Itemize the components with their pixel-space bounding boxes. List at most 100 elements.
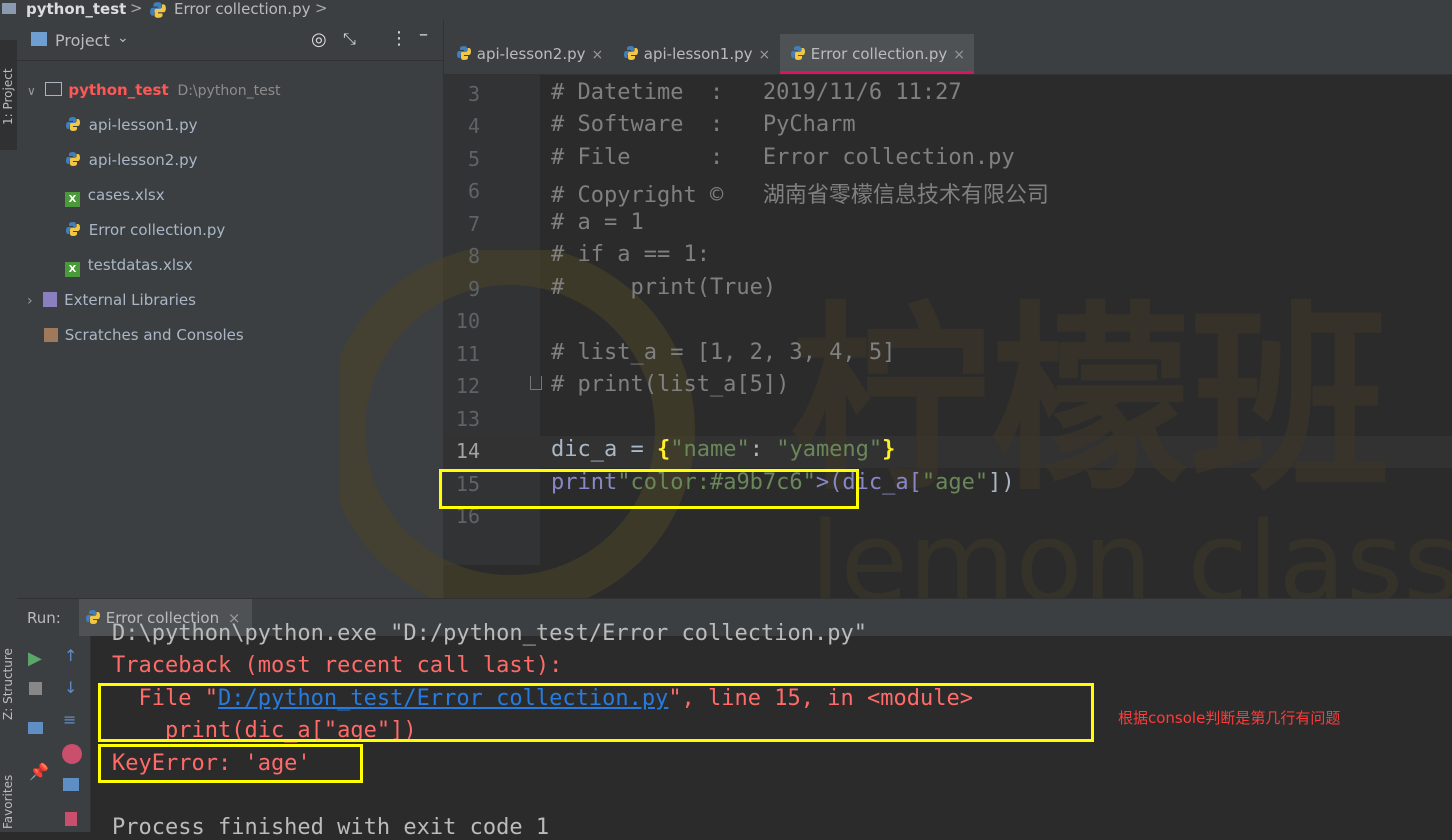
code-line: # Software : PyCharm: [551, 112, 856, 137]
editor-tab-bar: api-lesson2.py × api-lesson1.py × Error co…: [444, 34, 1452, 75]
line-number: 7: [467, 212, 480, 236]
file-name: api-lesson1.py: [88, 116, 198, 134]
excel-file-icon: X: [65, 262, 80, 277]
python-file-icon: [86, 610, 100, 624]
breadcrumb-file[interactable]: Error collection.py: [174, 0, 310, 18]
tree-file-item[interactable]: X cases.xlsx: [65, 180, 165, 210]
line-number: 8: [467, 244, 480, 268]
console-command: D:\python\python.exe "D:/python_test/Err…: [112, 621, 867, 646]
run-toolbar-left: ▶ 📌: [17, 636, 55, 832]
editor-bottom: [444, 565, 1452, 598]
python-file-icon: [624, 46, 638, 60]
code-line: # print(True): [551, 275, 777, 300]
python-file-icon: [66, 152, 80, 166]
code-line: # Datetime : 2019/11/6 11:27: [551, 80, 962, 105]
structure-tool-label: Z: Structure: [1, 648, 15, 720]
project-tool-label: 1: Project: [1, 68, 15, 125]
python-file-icon: [66, 222, 80, 236]
root-folder-name: python_test: [68, 81, 169, 99]
fold-marker-icon[interactable]: [530, 376, 542, 390]
scroll-to-end-icon[interactable]: [62, 744, 82, 764]
code-line: # if a == 1:: [551, 242, 710, 267]
line-number: 13: [455, 407, 480, 431]
more-options-icon[interactable]: ⋮: [390, 28, 408, 49]
console-exit: Process finished with exit code 1: [112, 815, 550, 840]
tree-external-libraries[interactable]: › External Libraries: [27, 285, 196, 315]
line-number: 11: [455, 342, 480, 366]
line-number: 12: [455, 374, 480, 398]
python-file-icon: [791, 46, 805, 60]
arrow-down-icon[interactable]: ↓: [64, 678, 77, 697]
line-number: 10: [455, 309, 480, 333]
close-icon[interactable]: ×: [953, 47, 965, 63]
run-label: Run:: [27, 609, 61, 627]
close-icon[interactable]: ×: [592, 47, 604, 63]
chevron-right-icon: ›: [27, 293, 33, 309]
python-file-icon: [66, 117, 80, 131]
code-line: # File : Error collection.py: [551, 145, 1015, 170]
highlight-box-line-15: [439, 469, 859, 509]
tree-file-item[interactable]: Error collection.py: [65, 215, 225, 245]
favorites-tool-window-button[interactable]: Favorites: [0, 765, 17, 835]
project-tool-window-button[interactable]: 1: Project: [0, 40, 17, 150]
line-number: 9: [467, 277, 480, 301]
collapse-icon[interactable]: ⤡: [343, 29, 356, 49]
breadcrumb-project[interactable]: python_test: [26, 0, 126, 18]
layout-icon[interactable]: [28, 722, 43, 734]
tree-file-item[interactable]: X testdatas.xlsx: [65, 250, 193, 280]
tree-scratches[interactable]: Scratches and Consoles: [44, 320, 244, 350]
tree-root-folder[interactable]: ∨ python_test D:\python_test: [27, 75, 281, 105]
chevron-down-icon: ∨: [27, 84, 36, 98]
tab-label: api-lesson2.py: [476, 45, 586, 63]
annotation-note: 根据console判断是第几行有问题: [1118, 709, 1341, 727]
code-line: # print(list_a[5]): [551, 372, 790, 397]
tab-api-lesson2[interactable]: api-lesson2.py ×: [456, 34, 603, 74]
rerun-icon[interactable]: ▶: [28, 648, 42, 669]
print-icon[interactable]: [63, 778, 79, 791]
code-line-dict: dic_a = {"name": "yameng"}: [551, 437, 896, 462]
run-toolbar-right: ↑ ↓ ≡: [55, 636, 91, 832]
root-folder-path: D:\python_test: [177, 83, 281, 99]
breadcrumb-separator: >: [130, 0, 143, 17]
tab-label: Error collection.py: [810, 45, 948, 63]
stop-icon[interactable]: [29, 682, 42, 695]
structure-tool-window-button[interactable]: Z: Structure: [0, 640, 17, 750]
python-file-icon: [457, 46, 471, 60]
soft-wrap-icon[interactable]: ≡: [63, 710, 76, 729]
code-line: # Copyright © 湖南省零檬信息技术有限公司: [551, 183, 1049, 208]
editor-top-strip: [444, 20, 1452, 34]
line-number: 3: [467, 82, 480, 106]
line-number: 4: [467, 114, 480, 138]
project-panel-header: Project ⌄ ◎ ⤡ ⋮ –: [17, 20, 443, 61]
pin-icon[interactable]: 📌: [29, 762, 49, 781]
file-name: testdatas.xlsx: [87, 256, 193, 274]
left-tool-strip: 1: Project Z: Structure Favorites: [0, 20, 18, 832]
scratches-label: Scratches and Consoles: [64, 326, 244, 344]
file-name: api-lesson2.py: [88, 151, 198, 169]
line-number: 6: [467, 179, 480, 203]
file-name: cases.xlsx: [87, 186, 165, 204]
navigation-bar: python_test > Error collection.py >: [0, 0, 1452, 20]
code-line: # a = 1: [551, 210, 644, 235]
library-icon: [43, 292, 58, 307]
minimize-icon[interactable]: –: [419, 24, 428, 45]
project-panel: Project ⌄ ◎ ⤡ ⋮ – ∨ python_test D:\pytho…: [17, 20, 444, 598]
trash-icon[interactable]: [65, 812, 77, 826]
line-number: 5: [467, 147, 480, 171]
close-icon[interactable]: ×: [759, 47, 771, 63]
folder-icon: [2, 3, 16, 14]
scratches-icon: [44, 328, 58, 342]
external-libraries-label: External Libraries: [64, 291, 196, 309]
chevron-down-icon[interactable]: ⌄: [117, 30, 129, 46]
tab-error-collection[interactable]: Error collection.py ×: [780, 34, 974, 74]
tree-file-item[interactable]: api-lesson1.py: [65, 110, 198, 140]
tab-api-lesson1[interactable]: api-lesson1.py ×: [623, 34, 770, 74]
tab-label: api-lesson1.py: [643, 45, 753, 63]
arrow-up-icon[interactable]: ↑: [64, 646, 77, 665]
highlight-box-traceback: [98, 683, 1094, 742]
target-icon[interactable]: ◎: [311, 29, 327, 50]
folder-icon: [44, 82, 62, 96]
tree-file-item[interactable]: api-lesson2.py: [65, 145, 198, 175]
project-view-title[interactable]: Project: [55, 31, 110, 50]
excel-file-icon: X: [65, 192, 80, 207]
